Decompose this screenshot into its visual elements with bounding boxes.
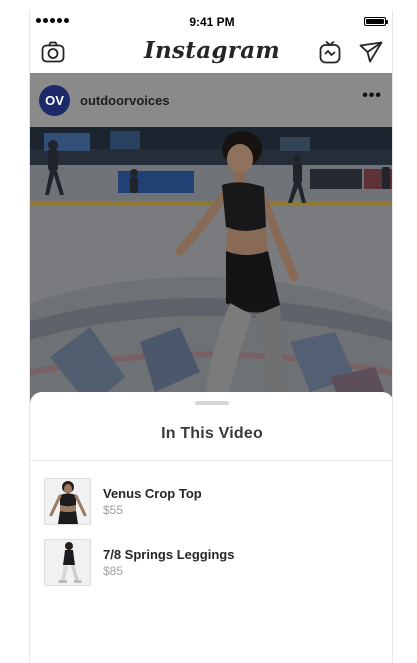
- status-bar: 9:41 PM: [30, 10, 392, 32]
- top-nav-bar: Instagram: [30, 32, 392, 72]
- product-name: 7/8 Springs Leggings: [103, 547, 235, 562]
- sheet-grabber-handle[interactable]: [195, 401, 229, 405]
- post-username[interactable]: outdoorvoices: [80, 93, 170, 108]
- avatar[interactable]: OV: [39, 85, 70, 116]
- phone-screen: 9:41 PM Instagram OV outdoorvoices ••• I…: [29, 10, 393, 663]
- product-thumbnail: [44, 478, 91, 525]
- battery-icon: [364, 17, 388, 26]
- status-time: 9:41 PM: [189, 15, 235, 29]
- igtv-icon[interactable]: [317, 39, 343, 65]
- divider: [30, 460, 392, 461]
- product-price: $85: [103, 564, 124, 578]
- product-price: $55: [103, 503, 124, 517]
- product-item-springs-leggings[interactable]: 7/8 Springs Leggings $85: [44, 539, 374, 589]
- product-name: Venus Crop Top: [103, 486, 202, 501]
- post-header: OV outdoorvoices •••: [30, 73, 392, 127]
- product-thumbnail: [44, 539, 91, 586]
- shopping-bottom-sheet: In This Video Venus Crop Top $55 7/8 Spr…: [30, 392, 392, 663]
- product-item-venus-crop-top[interactable]: Venus Crop Top $55: [44, 478, 374, 528]
- sheet-title: In This Video: [161, 425, 263, 442]
- direct-message-icon[interactable]: [358, 39, 384, 65]
- more-options-icon[interactable]: •••: [362, 87, 382, 105]
